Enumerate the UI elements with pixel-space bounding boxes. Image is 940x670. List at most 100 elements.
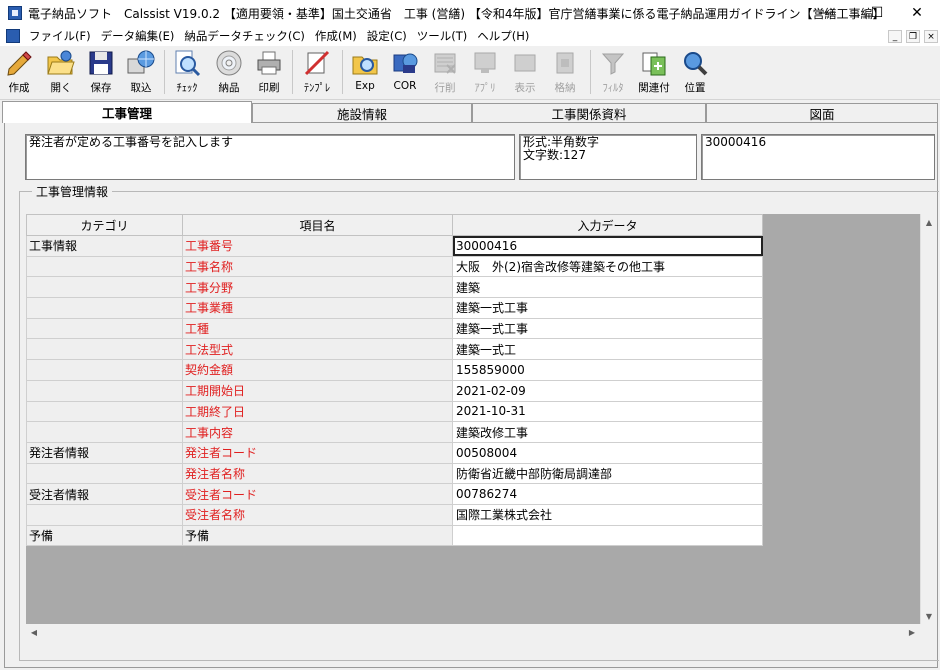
folder-open-icon: [46, 48, 76, 78]
toolbar: 作成 開く 保存 取込 ﾁｪｯｸ 納品 印刷 ﾃﾝﾌﾟﾚ Exp COR 行削: [0, 46, 940, 100]
input-data-cell[interactable]: 155859000: [452, 359, 763, 381]
input-data-cell[interactable]: 30000416: [452, 235, 763, 257]
table-row[interactable]: 発注者情報 発注者コード 00508004: [26, 441, 763, 464]
document-icon[interactable]: [6, 29, 20, 43]
deliver-button[interactable]: 納品: [212, 48, 246, 98]
item-name-cell: 工事番号: [182, 235, 453, 257]
create-button[interactable]: 作成: [2, 48, 36, 98]
scroll-up-arrow-icon[interactable]: ▲: [921, 214, 937, 230]
app-icon-disabled: [470, 48, 500, 78]
item-name-cell: 工種: [182, 317, 453, 340]
minimize-button[interactable]: —: [802, 0, 848, 26]
format-info-box: 形式:半角数字 文字数:127: [519, 134, 697, 180]
display-icon: [510, 48, 540, 78]
template-button[interactable]: ﾃﾝﾌﾟﾚ: [298, 48, 336, 98]
printer-icon: [254, 48, 284, 78]
tab-construction-documents[interactable]: 工事関係資料: [472, 103, 706, 123]
input-data-cell[interactable]: 00786274: [452, 483, 763, 505]
exp-button[interactable]: Exp: [348, 48, 382, 98]
menu-bar: ファイル(F) データ編集(E) 納品データチェック(C) 作成(M) 設定(C…: [0, 26, 940, 46]
input-data-cell[interactable]: [452, 524, 763, 547]
menu-file[interactable]: ファイル(F): [24, 28, 96, 44]
check-button[interactable]: ﾁｪｯｸ: [170, 48, 204, 98]
close-button[interactable]: ✕: [894, 0, 940, 26]
scroll-left-arrow-icon[interactable]: ◀: [26, 624, 42, 640]
menu-settings[interactable]: 設定(C): [362, 28, 412, 44]
input-data-cell[interactable]: 大阪 外(2)宿舎改修等建築その他工事: [452, 255, 763, 278]
table-row[interactable]: 契約金額 155859000: [26, 359, 763, 381]
category-cell: [26, 359, 183, 381]
scroll-down-arrow-icon[interactable]: ▼: [921, 608, 937, 624]
cor-button[interactable]: COR: [388, 48, 422, 98]
menu-data-edit[interactable]: データ編集(E): [96, 28, 180, 44]
tab-construction-management[interactable]: 工事管理: [2, 101, 252, 123]
input-data-cell[interactable]: 建築改修工事: [452, 421, 763, 443]
app-button[interactable]: ｱﾌﾟﾘ: [468, 48, 502, 98]
row-delete-button[interactable]: 行削: [428, 48, 462, 98]
vertical-scrollbar[interactable]: ▲ ▼: [920, 214, 937, 624]
disc-icon: [214, 48, 244, 78]
template-icon: [302, 48, 332, 78]
input-data-cell[interactable]: 国際工業株式会社: [452, 503, 763, 526]
store-button[interactable]: 格納: [548, 48, 582, 98]
filter-funnel-icon: [598, 48, 628, 78]
category-cell: 工事情報: [26, 235, 183, 257]
toolbar-separator: [292, 50, 293, 94]
table-row[interactable]: 受注者名称 国際工業株式会社: [26, 503, 763, 526]
table-row[interactable]: 受注者情報 受注者コード 00786274: [26, 483, 763, 505]
menu-tools[interactable]: ツール(T): [412, 28, 473, 44]
table-row[interactable]: 工事業種 建築一式工事: [26, 297, 763, 319]
mdi-restore-button[interactable]: ❐: [906, 30, 920, 43]
store-icon: [550, 48, 580, 78]
table-row[interactable]: 発注者名称 防衛省近畿中部防衛局調達部: [26, 462, 763, 485]
position-button[interactable]: 位置: [678, 48, 712, 98]
input-data-cell[interactable]: 00508004: [452, 441, 763, 464]
print-button[interactable]: 印刷: [252, 48, 286, 98]
link-button[interactable]: 関連付: [634, 48, 674, 98]
save-button[interactable]: 保存: [84, 48, 118, 98]
group-title: 工事管理情報: [32, 183, 113, 200]
menu-create[interactable]: 作成(M): [310, 28, 362, 44]
horizontal-scrollbar[interactable]: ◀ ▶: [26, 624, 920, 640]
app-icon[interactable]: [8, 6, 22, 20]
input-data-cell[interactable]: 建築一式工事: [452, 317, 763, 340]
table-row[interactable]: 工事分野 建築: [26, 276, 763, 299]
category-cell: [26, 317, 183, 340]
menu-help[interactable]: ヘルプ(H): [472, 28, 534, 44]
table-row[interactable]: 工事内容 建築改修工事: [26, 421, 763, 443]
category-cell: [26, 503, 183, 526]
scroll-right-arrow-icon[interactable]: ▶: [904, 624, 920, 640]
tab-panel: 発注者が定める工事番号を記入します 形式:半角数字 文字数:127 300004…: [4, 122, 939, 668]
table-row[interactable]: 予備 予備: [26, 524, 763, 547]
display-button[interactable]: 表示: [508, 48, 542, 98]
input-data-cell[interactable]: 建築一式工事: [452, 297, 763, 319]
table-row[interactable]: 工期開始日 2021-02-09: [26, 379, 763, 402]
open-button[interactable]: 開く: [44, 48, 78, 98]
tab-strip: 工事管理 施設情報 工事関係資料 図面: [0, 101, 940, 123]
table-row[interactable]: 工期終了日 2021-10-31: [26, 400, 763, 423]
tab-drawings[interactable]: 図面: [706, 103, 938, 123]
import-globe-icon: [126, 48, 156, 78]
filter-button[interactable]: ﾌｨﾙﾀ: [596, 48, 630, 98]
input-data-cell[interactable]: 建築一式工: [452, 338, 763, 361]
table-row[interactable]: 工事名称 大阪 外(2)宿舎改修等建築その他工事: [26, 255, 763, 278]
menu-delivery-check[interactable]: 納品データチェック(C): [179, 28, 310, 44]
category-cell: [26, 462, 183, 485]
input-data-cell[interactable]: 建築: [452, 276, 763, 299]
floppy-disk-icon: [86, 48, 116, 78]
mdi-minimize-button[interactable]: _: [888, 30, 902, 43]
column-header-category[interactable]: カテゴリ: [26, 214, 183, 236]
table-row[interactable]: 工法型式 建築一式工: [26, 338, 763, 361]
table-row[interactable]: 工事情報 工事番号 30000416: [26, 235, 763, 257]
item-name-cell: 工期終了日: [182, 400, 453, 423]
input-data-cell[interactable]: 2021-10-31: [452, 400, 763, 423]
table-row[interactable]: 工種 建築一式工事: [26, 317, 763, 340]
input-data-cell[interactable]: 2021-02-09: [452, 379, 763, 402]
column-header-input-data[interactable]: 入力データ: [452, 214, 763, 236]
column-header-item-name[interactable]: 項目名: [182, 214, 453, 236]
category-cell: [26, 297, 183, 319]
tab-facility-info[interactable]: 施設情報: [252, 103, 472, 123]
mdi-close-button[interactable]: ×: [924, 30, 938, 43]
import-button[interactable]: 取込: [124, 48, 158, 98]
input-data-cell[interactable]: 防衛省近畿中部防衛局調達部: [452, 462, 763, 485]
